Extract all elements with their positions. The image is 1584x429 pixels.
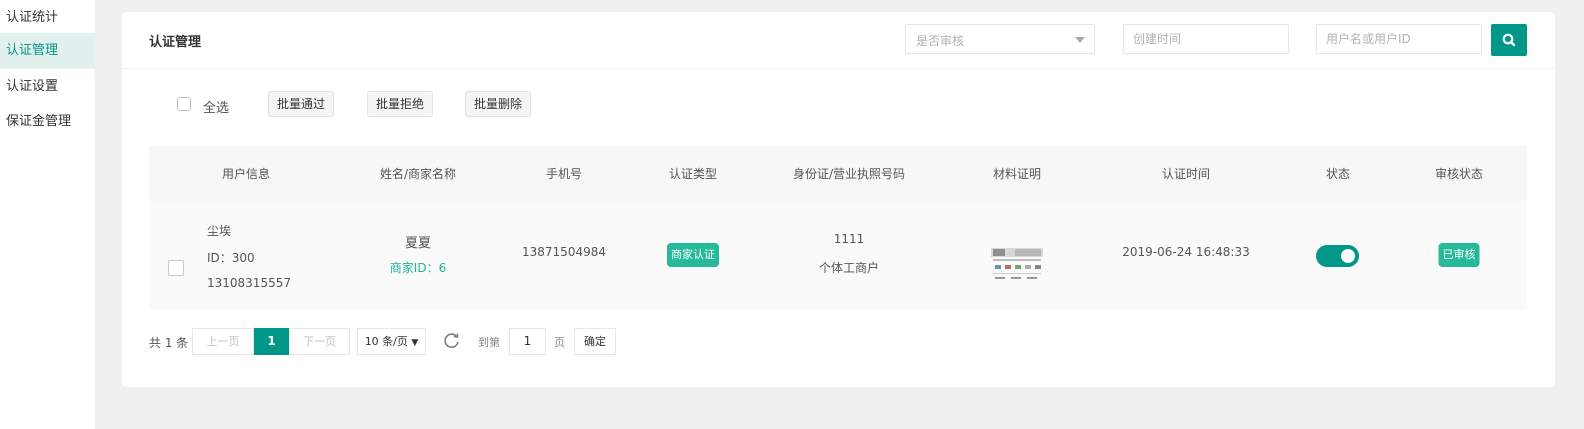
search-input[interactable]: 用户名或用户ID bbox=[1316, 24, 1482, 54]
sidebar-item-label: 认证设置 bbox=[6, 79, 59, 94]
batch-approve-button[interactable]: 批量通过 bbox=[268, 91, 335, 117]
cert-type-badge: 商家认证 bbox=[667, 243, 719, 267]
total-count: 共 1 条 bbox=[149, 336, 189, 350]
status-toggle[interactable] bbox=[1316, 245, 1359, 267]
row-user-id: ID：300 bbox=[207, 251, 255, 265]
sidebar-item-cert-settings[interactable]: 认证设置 bbox=[0, 69, 95, 105]
page-title: 认证管理 bbox=[149, 35, 202, 50]
column-header: 身份证/营业执照号码 bbox=[792, 167, 906, 181]
next-page-button[interactable]: 下一页 bbox=[289, 328, 350, 355]
row-user-phone: 13108315557 bbox=[207, 276, 291, 290]
confirm-button[interactable]: 确定 bbox=[574, 328, 616, 355]
column-header: 审核状态 bbox=[1434, 167, 1484, 181]
search-button[interactable] bbox=[1491, 24, 1527, 56]
table-row: 尘埃 ID：300 13108315557 夏夏 商家ID：6 13871504… bbox=[149, 201, 1527, 309]
column-header: 状态 bbox=[1325, 167, 1351, 181]
sidebar-item-label: 保证金管理 bbox=[6, 114, 72, 129]
row-id-number: 1111 bbox=[833, 232, 865, 246]
main-card: 认证管理 是否审核 创建时间 用户名或用户ID 全选 批量通过 批量拒绝 批量删… bbox=[122, 12, 1555, 387]
material-thumbnail-graphic bbox=[989, 245, 1045, 287]
sidebar: 认证统计 认证管理 认证设置 保证金管理 bbox=[0, 0, 95, 429]
column-header: 手机号 bbox=[545, 167, 583, 181]
toggle-knob bbox=[1341, 249, 1355, 263]
sidebar-item-cert-stats[interactable]: 认证统计 bbox=[0, 0, 95, 36]
page-size-select[interactable]: 10 条/页 ▼ bbox=[357, 328, 426, 355]
column-header: 认证时间 bbox=[1161, 167, 1211, 181]
page-unit-label: 页 bbox=[554, 336, 565, 349]
goto-label: 到第 bbox=[478, 336, 500, 349]
row-biz-type: 个体工商户 bbox=[818, 261, 880, 275]
column-header: 认证类型 bbox=[668, 167, 718, 181]
table-header: 用户信息 姓名/商家名称 手机号 认证类型 身份证/营业执照号码 材料证明 认证… bbox=[149, 146, 1527, 201]
column-header: 材料证明 bbox=[992, 167, 1042, 181]
sidebar-item-label: 认证统计 bbox=[6, 10, 59, 25]
audit-status-badge: 已审核 bbox=[1438, 243, 1480, 267]
goto-page-input[interactable]: 1 bbox=[509, 328, 546, 355]
refresh-icon[interactable] bbox=[443, 332, 461, 354]
row-merchant-id: 商家ID：6 bbox=[389, 261, 447, 275]
created-date-input[interactable]: 创建时间 bbox=[1123, 24, 1289, 54]
column-header: 用户信息 bbox=[221, 167, 271, 181]
audit-filter-select[interactable]: 是否审核 bbox=[905, 24, 1095, 54]
batch-delete-button[interactable]: 批量删除 bbox=[465, 91, 532, 117]
select-all-checkbox[interactable] bbox=[177, 97, 191, 111]
audit-filter-placeholder: 是否审核 bbox=[916, 34, 965, 48]
page-size-value: 10 条/页 bbox=[364, 335, 408, 348]
column-header: 姓名/商家名称 bbox=[379, 167, 457, 181]
card-header: 认证管理 是否审核 创建时间 用户名或用户ID bbox=[122, 12, 1555, 69]
sidebar-item-label: 认证管理 bbox=[6, 43, 59, 58]
current-page-button[interactable]: 1 bbox=[254, 328, 289, 355]
row-phone: 13871504984 bbox=[522, 245, 606, 259]
sidebar-item-deposit-management[interactable]: 保证金管理 bbox=[0, 104, 95, 140]
material-proof-image[interactable] bbox=[989, 245, 1045, 287]
sidebar-item-cert-management[interactable]: 认证管理 bbox=[0, 33, 95, 69]
row-checkbox[interactable] bbox=[168, 260, 184, 276]
row-cert-time: 2019-06-24 16:48:33 bbox=[1122, 245, 1250, 259]
select-all-label: 全选 bbox=[203, 101, 230, 116]
search-icon bbox=[1502, 33, 1516, 47]
batch-reject-button[interactable]: 批量拒绝 bbox=[367, 91, 434, 117]
row-username: 尘埃 bbox=[207, 224, 232, 238]
caret-down-icon: ▼ bbox=[411, 338, 419, 348]
row-name: 夏夏 bbox=[404, 236, 432, 251]
prev-page-button[interactable]: 上一页 bbox=[192, 328, 254, 355]
chevron-down-icon bbox=[1075, 37, 1085, 43]
